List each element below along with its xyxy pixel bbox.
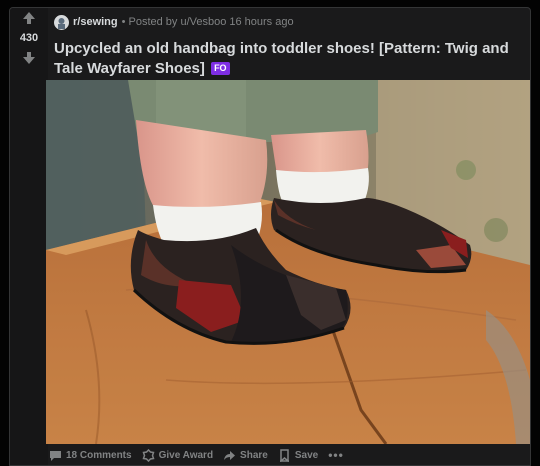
downvote-icon[interactable] <box>19 48 39 68</box>
post-time: 16 hours ago <box>229 16 294 28</box>
post-title[interactable]: Upcycled an old handbag into toddler sho… <box>54 40 509 77</box>
post-image[interactable] <box>46 80 530 444</box>
toddler-shoes-photo <box>46 80 530 444</box>
post-card[interactable]: 430 r/sewing • Posted by u/Vesboo 16 hou… <box>9 7 531 466</box>
share-icon <box>224 450 236 460</box>
comments-button[interactable]: 18 Comments <box>49 449 132 462</box>
award-icon <box>142 448 155 462</box>
vote-column: 430 <box>10 8 48 465</box>
share-label: Share <box>240 449 268 461</box>
comments-label: 18 Comments <box>66 449 132 461</box>
vote-score: 430 <box>19 32 39 44</box>
posted-by[interactable]: Posted by u/Vesboo <box>128 16 226 28</box>
save-icon <box>279 448 289 462</box>
post-meta: r/sewing • Posted by u/Vesboo 16 hours a… <box>54 8 530 36</box>
post-flair[interactable]: FO <box>211 62 230 75</box>
save-label: Save <box>294 449 319 461</box>
post-actions: 18 Comments Give Award Share Save ••• <box>49 444 354 466</box>
post-content: r/sewing • Posted by u/Vesboo 16 hours a… <box>54 8 530 79</box>
share-button[interactable]: Share <box>223 449 268 462</box>
subreddit-icon[interactable] <box>54 14 69 30</box>
award-label: Give Award <box>158 449 214 461</box>
post-title-block[interactable]: Upcycled an old handbag into toddler sho… <box>54 39 524 79</box>
comment-icon <box>50 450 61 461</box>
upvote-icon[interactable] <box>19 8 39 28</box>
more-icon[interactable]: ••• <box>328 448 344 462</box>
give-award-button[interactable]: Give Award <box>142 448 214 462</box>
meta-separator: • <box>121 16 126 28</box>
save-button[interactable]: Save <box>278 448 319 462</box>
subreddit-link[interactable]: r/sewing <box>73 16 118 28</box>
